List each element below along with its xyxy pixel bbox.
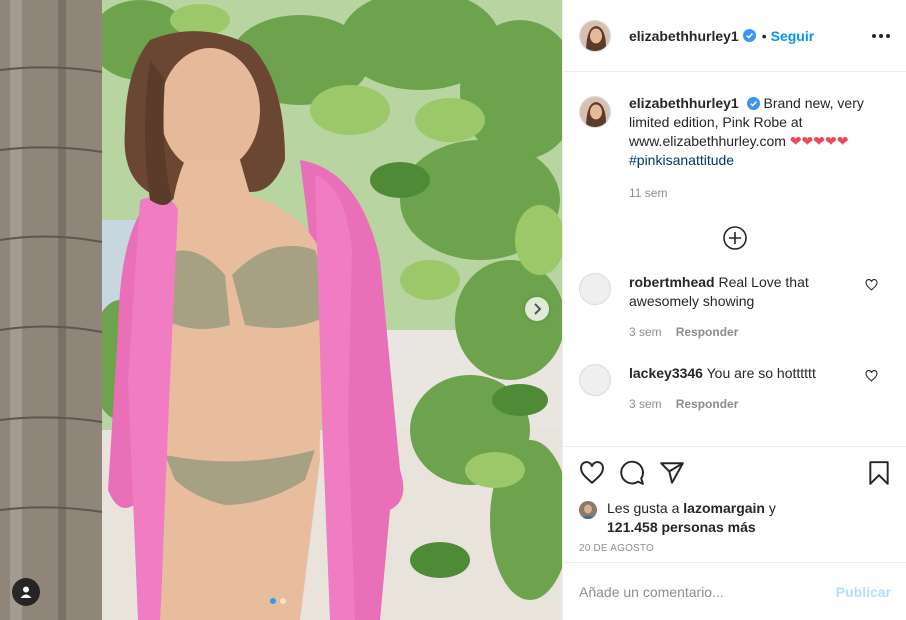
action-bar (579, 457, 891, 489)
liker-avatar-image (579, 501, 597, 519)
post-photo[interactable] (0, 0, 562, 620)
verified-badge-icon (742, 29, 756, 42)
heart-icon[interactable] (865, 279, 878, 291)
post-date[interactable]: 20 DE AGOSTO (579, 543, 891, 554)
heart-icon[interactable] (865, 370, 878, 382)
photo-image (0, 0, 562, 620)
comment-body: robertmhead Real Love that awesomely sho… (629, 273, 859, 342)
more-options-icon (886, 33, 890, 38)
comment-input[interactable] (579, 583, 836, 600)
share-button[interactable] (659, 460, 685, 486)
carousel-dot-active (270, 598, 276, 604)
comment-item: robertmhead Real Love that awesomely sho… (579, 273, 890, 342)
bookmark-icon (869, 461, 889, 485)
paper-plane-icon (660, 462, 684, 484)
caption-hashtag[interactable]: #pinkisanattitude (629, 152, 734, 168)
reply-button[interactable]: Responder (676, 395, 739, 414)
post-side-panel: elizabethhurley1 • Seguir elizabethhurle… (562, 0, 906, 620)
reply-button[interactable]: Responder (676, 323, 739, 342)
heart-icon (580, 461, 604, 485)
comment-meta: 3 sem Responder (629, 323, 859, 342)
chevron-right-icon (534, 303, 542, 315)
next-photo-button[interactable] (525, 297, 549, 321)
user-tag-icon (20, 586, 32, 598)
author-avatar[interactable] (579, 19, 611, 52)
likes-text: Les gusta a lazomargain y 121.458 person… (607, 499, 776, 537)
comment-bubble-icon (620, 460, 644, 485)
comments-section: elizabethhurley1 Brand new, very limited… (563, 72, 906, 445)
caption-avatar-image (580, 97, 610, 127)
caption-time[interactable]: 11 sem (629, 184, 873, 203)
post-header: elizabethhurley1 • Seguir (563, 0, 906, 72)
user-tags-button[interactable] (12, 578, 40, 606)
header-separator: • (761, 27, 767, 44)
comment-body: lackey3346 You are so hotttttt 3 sem Res… (629, 364, 859, 414)
comment-meta: 3 sem Responder (629, 395, 859, 414)
comment-time[interactable]: 3 sem (629, 395, 662, 414)
likes-user[interactable]: lazomargain (683, 500, 765, 516)
commenter-avatar[interactable] (579, 364, 611, 396)
caption-username[interactable]: elizabethhurley1 (629, 95, 739, 111)
publish-button[interactable]: Publicar (836, 584, 891, 600)
likes-summary: Les gusta a lazomargain y 121.458 person… (579, 499, 891, 537)
author-username[interactable]: elizabethhurley1 (629, 28, 739, 44)
carousel-indicator (270, 598, 286, 604)
plus-circle-icon (722, 226, 747, 250)
carousel-dot (280, 598, 286, 604)
post-caption: elizabethhurley1 Brand new, very limited… (579, 94, 890, 203)
verified-badge-icon (746, 97, 760, 110)
caption-emoji: ❤❤❤❤❤ (789, 133, 849, 149)
liker-avatar[interactable] (579, 501, 597, 519)
caption-avatar[interactable] (579, 96, 611, 128)
commenter-avatar[interactable] (579, 273, 611, 305)
comment-item: lackey3346 You are so hotttttt 3 sem Res… (579, 364, 890, 414)
comment-time[interactable]: 3 sem (629, 323, 662, 342)
post-actions-area: Les gusta a lazomargain y 121.458 person… (563, 446, 906, 554)
author-avatar-image (580, 20, 610, 51)
more-options-icon (879, 33, 883, 38)
likes-count[interactable]: 121.458 personas más (607, 519, 756, 535)
likes-prefix: Les gusta a (607, 500, 680, 516)
like-button[interactable] (579, 461, 605, 485)
comment-button[interactable] (619, 460, 645, 486)
save-button[interactable] (867, 460, 891, 486)
instagram-post: elizabethhurley1 • Seguir elizabethhurle… (0, 0, 906, 620)
more-options-button[interactable] (872, 28, 890, 44)
likes-joiner: y (768, 500, 776, 516)
commenter-username[interactable]: robertmhead (629, 274, 715, 290)
caption-body: elizabethhurley1 Brand new, very limited… (629, 94, 873, 203)
follow-button[interactable]: Seguir (771, 28, 815, 44)
add-comment-bar: Publicar (563, 562, 906, 620)
more-options-icon (872, 33, 876, 38)
comment-text: You are so hotttttt (706, 365, 816, 381)
load-more-comments-button[interactable] (579, 225, 890, 251)
commenter-username[interactable]: lackey3346 (629, 365, 703, 381)
